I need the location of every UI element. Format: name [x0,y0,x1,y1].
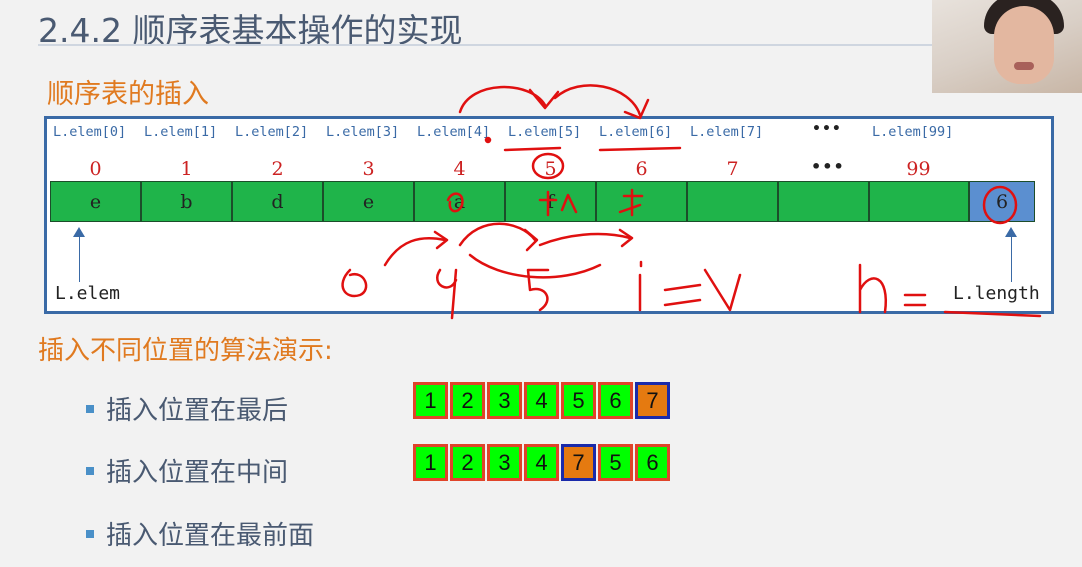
ink-letter-n [858,263,888,314]
demo-cell: 2 [450,382,485,419]
ink-arrowhead-top-left [528,88,560,110]
demo-cell: 5 [598,444,633,481]
ink-wave-bottom [468,253,602,279]
demo-array-last: 1 2 3 4 5 6 7 [413,382,670,419]
ink-equals-2 [903,293,927,307]
ink-underline-length [943,310,1042,318]
demo-cell: 3 [487,444,522,481]
demo-array-middle: 1 2 3 4 7 5 6 [413,444,670,481]
ink-letter-a [446,192,464,213]
demo-item-front[interactable]: 插入位置在最前面 [86,515,314,552]
demo-item-label: 插入位置在中间 [106,458,289,488]
ink-letter-g [436,268,458,320]
ink-letter-f [538,190,578,217]
ink-arc-bottom-2 [458,222,537,247]
demo-cell-inserted: 7 [635,382,670,419]
ink-letter-i [638,260,643,312]
ink-circle-5 [531,152,565,180]
ink-underlines [503,146,682,152]
bullet-square-icon [86,529,94,538]
demo-item-label: 插入位置在最前面 [106,521,315,551]
demo-cell-inserted: 7 [561,444,596,481]
ink-equals-1 [663,283,702,307]
demo-cell: 2 [450,444,485,481]
bullet-square-icon [86,466,94,475]
demo-section-title: 插入不同位置的算法演示: [38,336,333,366]
ink-dot [484,136,492,144]
demo-cell: 4 [524,382,559,419]
ink-circle-length [982,185,1018,225]
ink-letter-e [341,268,368,298]
bullet-square-icon [86,404,94,413]
demo-item-last[interactable]: 插入位置在最后 [86,390,288,427]
ink-arc-top-right [553,84,642,117]
demo-item-middle[interactable]: 插入位置在中间 [86,452,288,489]
ink-arc-bottom-3 [538,232,632,247]
ink-arrowhead-bottom-2 [523,228,539,252]
demo-cell: 1 [413,382,448,419]
demo-cell: 5 [561,382,596,419]
demo-cell: 4 [524,444,559,481]
ink-letter-y [703,268,742,312]
demo-cell: 3 [487,382,522,419]
ink-arc-bottom-1 [383,237,447,267]
demo-item-label: 插入位置在最后 [106,396,289,426]
demo-cell: 6 [598,382,633,419]
demo-cell: 1 [413,444,448,481]
demo-cell: 6 [635,444,670,481]
ink-letter-f2 [618,188,644,217]
